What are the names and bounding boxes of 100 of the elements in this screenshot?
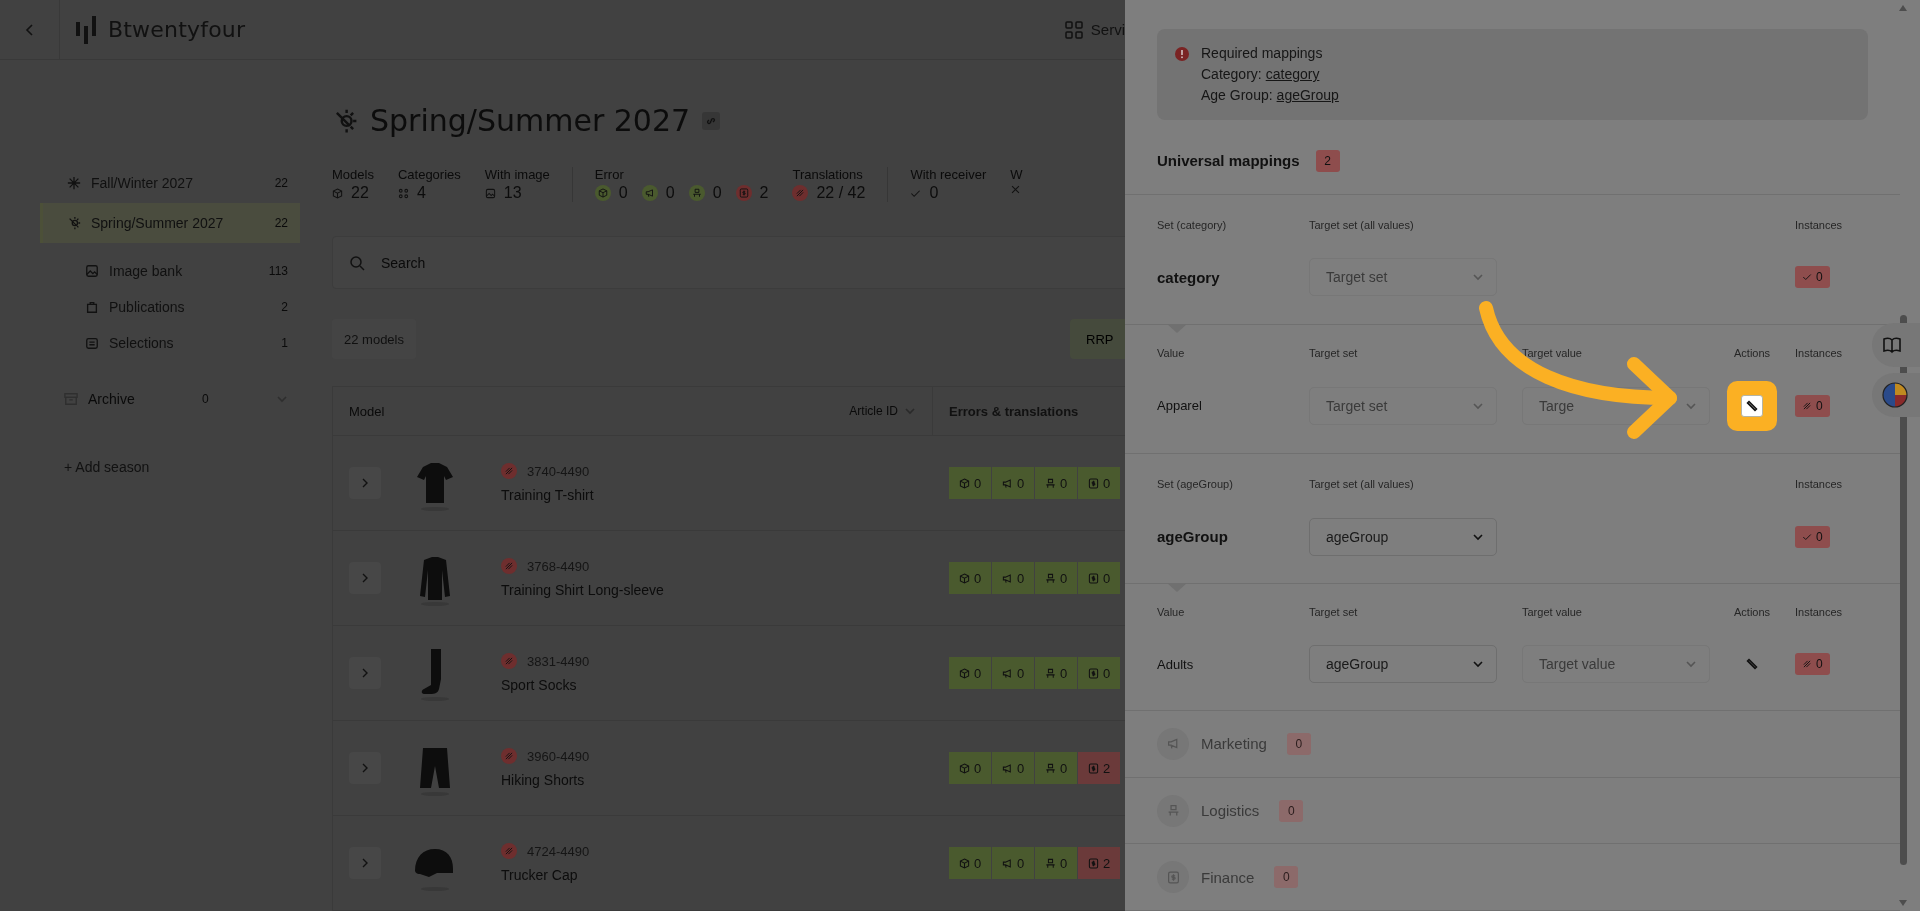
select-field[interactable]: Target set [1309,386,1497,425]
megaphone-icon [1001,857,1013,869]
section-title[interactable]: Marketing [1201,735,1267,753]
column-header: Target set [1309,346,1359,359]
sun-leaf-icon [67,216,81,230]
scroll-up-icon[interactable] [1898,4,1908,12]
count-badge: 0 [1274,866,1299,889]
search-bar[interactable]: Search [332,236,1125,289]
docs-button[interactable] [1872,323,1920,367]
status-badge: 2 [1078,847,1120,879]
status-badge: 0 [992,467,1034,499]
avatar-button[interactable] [1872,373,1920,417]
status-badge: 0 [1078,562,1120,594]
cube-icon [958,857,970,869]
dollar-icon [1087,572,1099,584]
person-desk-icon [1044,667,1056,679]
alert-label: Category: [1201,65,1262,84]
count-badge: 0 [1286,732,1311,755]
select-field[interactable]: Target set [1309,258,1497,297]
image-icon [85,264,99,278]
expand-button[interactable] [349,847,381,879]
select-field[interactable]: ageGroup [1309,645,1497,684]
status-badge: 0 [992,752,1034,784]
section-title: Universal mappings [1157,152,1300,170]
expand-button[interactable] [349,752,381,784]
megaphone-icon [1001,762,1013,774]
book-icon [1882,335,1902,355]
status-badge: 0 [992,657,1034,689]
dollar-icon [1087,667,1099,679]
dollar-icon [1166,870,1180,884]
list-icon [85,336,99,350]
season-count: 22 [274,216,288,230]
check-icon [1802,531,1812,542]
bag-icon [85,300,99,314]
stat-label: Categories [397,167,461,183]
column-header: Target set (all values) [1309,218,1415,231]
value-text: Adults [1157,656,1194,672]
cube-icon [958,477,970,489]
search-field[interactable]: Search [379,253,1125,272]
expand-button[interactable] [349,467,381,499]
status-badge: 0 [1078,657,1120,689]
status-badge: 0 [949,752,991,784]
person-desk-icon [1044,477,1056,489]
archive-label: Archive [88,391,135,407]
megaphone-icon [1001,667,1013,679]
status-badge: 0 [992,562,1034,594]
scroll-down-icon[interactable] [1898,899,1908,907]
stat-label: With receiver [910,167,987,183]
link-icon[interactable] [702,111,721,130]
search-icon [349,254,365,271]
column-header: Target set (all values) [1309,478,1415,491]
status-badge: 2 [1078,752,1120,784]
column-header: Target value [1522,346,1583,359]
select-field[interactable]: Target value [1522,645,1710,684]
column-header: Instances [1795,478,1844,491]
instances-badge: 0 [1795,266,1830,289]
status-badge: 0 [1035,657,1077,689]
cube-icon [958,572,970,584]
value-text: Apparel [1157,398,1202,414]
megaphone-icon [1001,477,1013,489]
megaphone-icon [1001,572,1013,584]
pencil-icon [1746,658,1758,671]
count-badge: 0 [1279,799,1304,822]
status-badge: 0 [949,657,991,689]
status-badge: 0 [949,562,991,594]
season-item[interactable]: Spring/Summer 2027 22 [40,203,300,243]
mapping-link[interactable]: ageGroup [1276,85,1339,106]
cube-icon [332,187,343,199]
alert-title: Required mappings [1201,44,1324,63]
status-badge: 0 [1078,467,1120,499]
count-badge: 2 [1315,149,1340,172]
section-title[interactable]: Logistics [1201,802,1260,819]
column-header: Instances [1795,346,1844,359]
set-name: category [1157,268,1220,286]
grid-icon [1064,20,1083,39]
rrp-button[interactable]: RRP [1070,319,1125,359]
close-icon [1010,184,1022,196]
image-icon [484,187,496,199]
expand-button[interactable] [349,657,381,689]
instances-badge: 0 [1795,394,1830,417]
column-header: Value [1157,346,1186,359]
person-desk-icon [1166,804,1180,817]
column-header: Actions [1734,606,1772,619]
check-icon [1802,272,1812,283]
person-desk-icon [1044,857,1056,869]
cube-icon [958,762,970,774]
avatar-icon [1882,382,1908,408]
snowflake-leaf-icon [67,176,81,190]
instances-badge: 0 [1795,653,1830,676]
status-badge: 0 [1035,847,1077,879]
mapping-link[interactable]: category [1265,64,1320,85]
column-header: Instances [1795,218,1844,231]
alert-label: Age Group: [1201,86,1273,105]
season-name: Spring/Summer 2027 [91,215,224,231]
select-field[interactable]: ageGroup [1309,517,1497,556]
expand-button[interactable] [349,562,381,594]
pencil-icon [1746,399,1758,412]
column-header: Set (ageGroup) [1157,478,1234,491]
section-title[interactable]: Finance [1201,868,1255,886]
grid-icon [397,187,409,199]
